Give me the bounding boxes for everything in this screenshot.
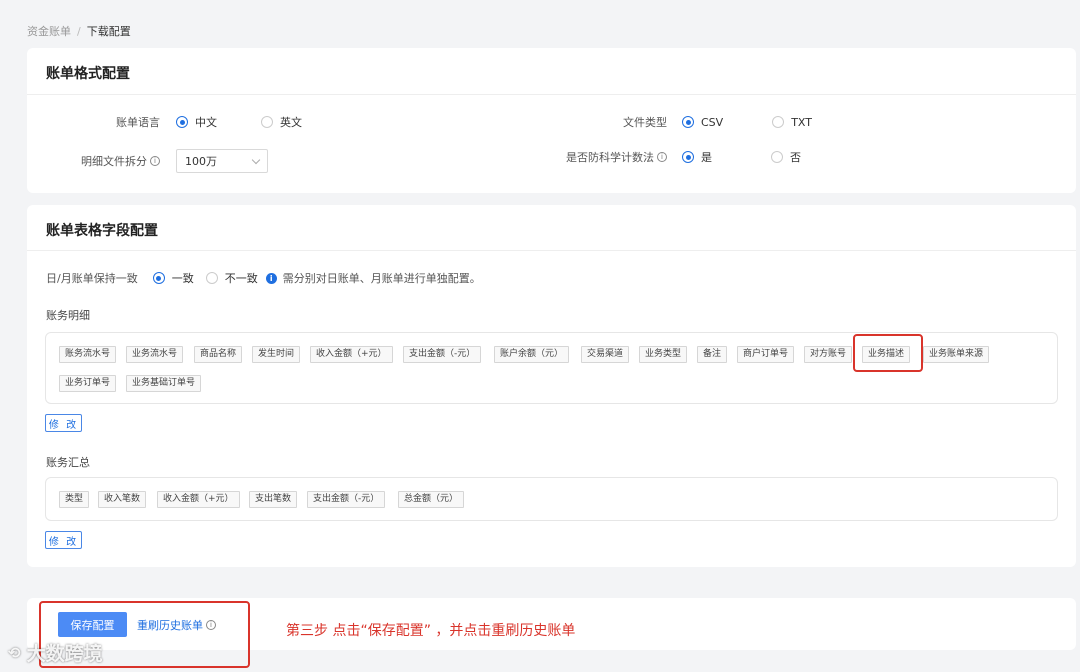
divider: [27, 94, 1076, 95]
radio-unchecked-icon: [205, 272, 218, 284]
summary-label: 账务汇总: [46, 456, 90, 469]
file-type-option-csv[interactable]: CSV: [682, 116, 723, 129]
consistency-label: 日/月账单保持一致: [46, 272, 138, 285]
watermark-logo-icon: ⟲: [8, 643, 21, 662]
radio-checked-icon: [176, 116, 188, 128]
detail-edit-button[interactable]: 修 改: [45, 414, 82, 432]
field-tag: 账务流水号: [59, 346, 117, 363]
language-option-en[interactable]: 英文: [261, 114, 302, 130]
field-tag: 业务流水号: [126, 346, 184, 363]
consistency-option-same[interactable]: 一致: [152, 270, 194, 286]
anti-sci-row: 是否防科学计数法 i 是 否: [547, 145, 801, 169]
fields-config-title: 账单表格字段配置: [46, 223, 158, 239]
split-label: 明细文件拆分 i: [46, 153, 160, 169]
field-tag: 商户订单号: [737, 346, 795, 363]
field-tag: 业务账单来源: [923, 346, 990, 363]
file-type-row: 文件类型 CSV TXT: [567, 110, 812, 134]
split-row: 明细文件拆分 i 100万: [46, 149, 268, 173]
radio-checked-icon: [152, 272, 165, 284]
detail-label: 账务明细: [46, 309, 90, 322]
radio-unchecked-icon: [772, 116, 785, 128]
summary-tag-box: 类型 收入笔数 收入金额（+元） 支出笔数 支出金额（-元） 总金额（元）: [45, 477, 1058, 521]
fields-config-card: 账单表格字段配置 日/月账单保持一致 一致 不一致 i 需分别对日账单、月账单进…: [27, 205, 1076, 567]
field-tag: 类型: [59, 491, 90, 508]
step-annotation: 第三步 点击“保存配置” ，并点击重刷历史账单: [286, 623, 576, 639]
field-tag: 支出笔数: [249, 491, 298, 508]
info-icon[interactable]: i: [150, 156, 160, 166]
consistency-row: 日/月账单保持一致 一致 不一致 i 需分别对日账单、月账单进行单独配置。: [46, 266, 481, 290]
field-tag: 支出金额（-元）: [403, 346, 482, 363]
file-type-label: 文件类型: [623, 116, 667, 129]
consistency-hint: i 需分别对日账单、月账单进行单独配置。: [265, 270, 481, 286]
file-type-option-txt[interactable]: TXT: [772, 116, 812, 129]
watermark-text: 大数跨境: [26, 643, 103, 665]
breadcrumb-current: 下载配置: [86, 25, 131, 38]
language-option-zh[interactable]: 中文: [176, 114, 217, 130]
field-tag: 对方账号: [804, 346, 853, 363]
watermark: ⟲ 大数跨境: [8, 639, 103, 666]
field-tag: 发生时间: [252, 346, 301, 363]
field-tag: 商品名称: [194, 346, 243, 363]
anti-sci-label: 是否防科学计数法 i: [547, 149, 667, 165]
divider: [27, 250, 1076, 251]
field-tag: 收入金额（+元）: [310, 346, 393, 363]
breadcrumb-separator: /: [77, 25, 81, 38]
field-tag: 备注: [697, 346, 728, 363]
format-config-title: 账单格式配置: [46, 66, 130, 82]
field-tag: 收入金额（+元）: [157, 491, 240, 508]
chevron-down-icon: [251, 155, 261, 164]
field-tag: 交易渠道: [581, 346, 630, 363]
radio-unchecked-icon: [261, 116, 273, 128]
field-tag: 总金额（元）: [398, 491, 465, 508]
field-tag: 业务类型: [639, 346, 688, 363]
summary-edit-button[interactable]: 修 改: [45, 531, 82, 549]
field-tag: 业务基础订单号: [126, 375, 202, 392]
anti-sci-option-no[interactable]: 否: [771, 149, 801, 165]
breadcrumb-parent[interactable]: 资金账单: [27, 25, 71, 38]
info-icon[interactable]: i: [657, 152, 667, 162]
radio-unchecked-icon: [771, 151, 783, 163]
info-filled-icon: i: [265, 272, 277, 284]
consistency-option-different[interactable]: 不一致: [205, 270, 258, 286]
split-select[interactable]: 100万: [176, 149, 268, 173]
anti-sci-option-yes[interactable]: 是: [682, 149, 712, 165]
field-tag: 收入笔数: [98, 491, 147, 508]
highlight-box: [853, 334, 923, 372]
language-label: 账单语言: [116, 116, 160, 129]
language-row: 账单语言 中文 英文: [46, 110, 302, 134]
field-tag: 业务订单号: [59, 375, 117, 392]
radio-checked-icon: [682, 151, 694, 163]
format-config-card: 账单格式配置 账单语言 中文 英文 文件类型 CSV TXT 明细文件拆分 i: [27, 48, 1076, 193]
radio-checked-icon: [682, 116, 694, 128]
field-tag: 支出金额（-元）: [307, 491, 386, 508]
breadcrumb: 资金账单 / 下载配置: [27, 23, 131, 39]
field-tag: 账户余额（元）: [494, 346, 570, 363]
